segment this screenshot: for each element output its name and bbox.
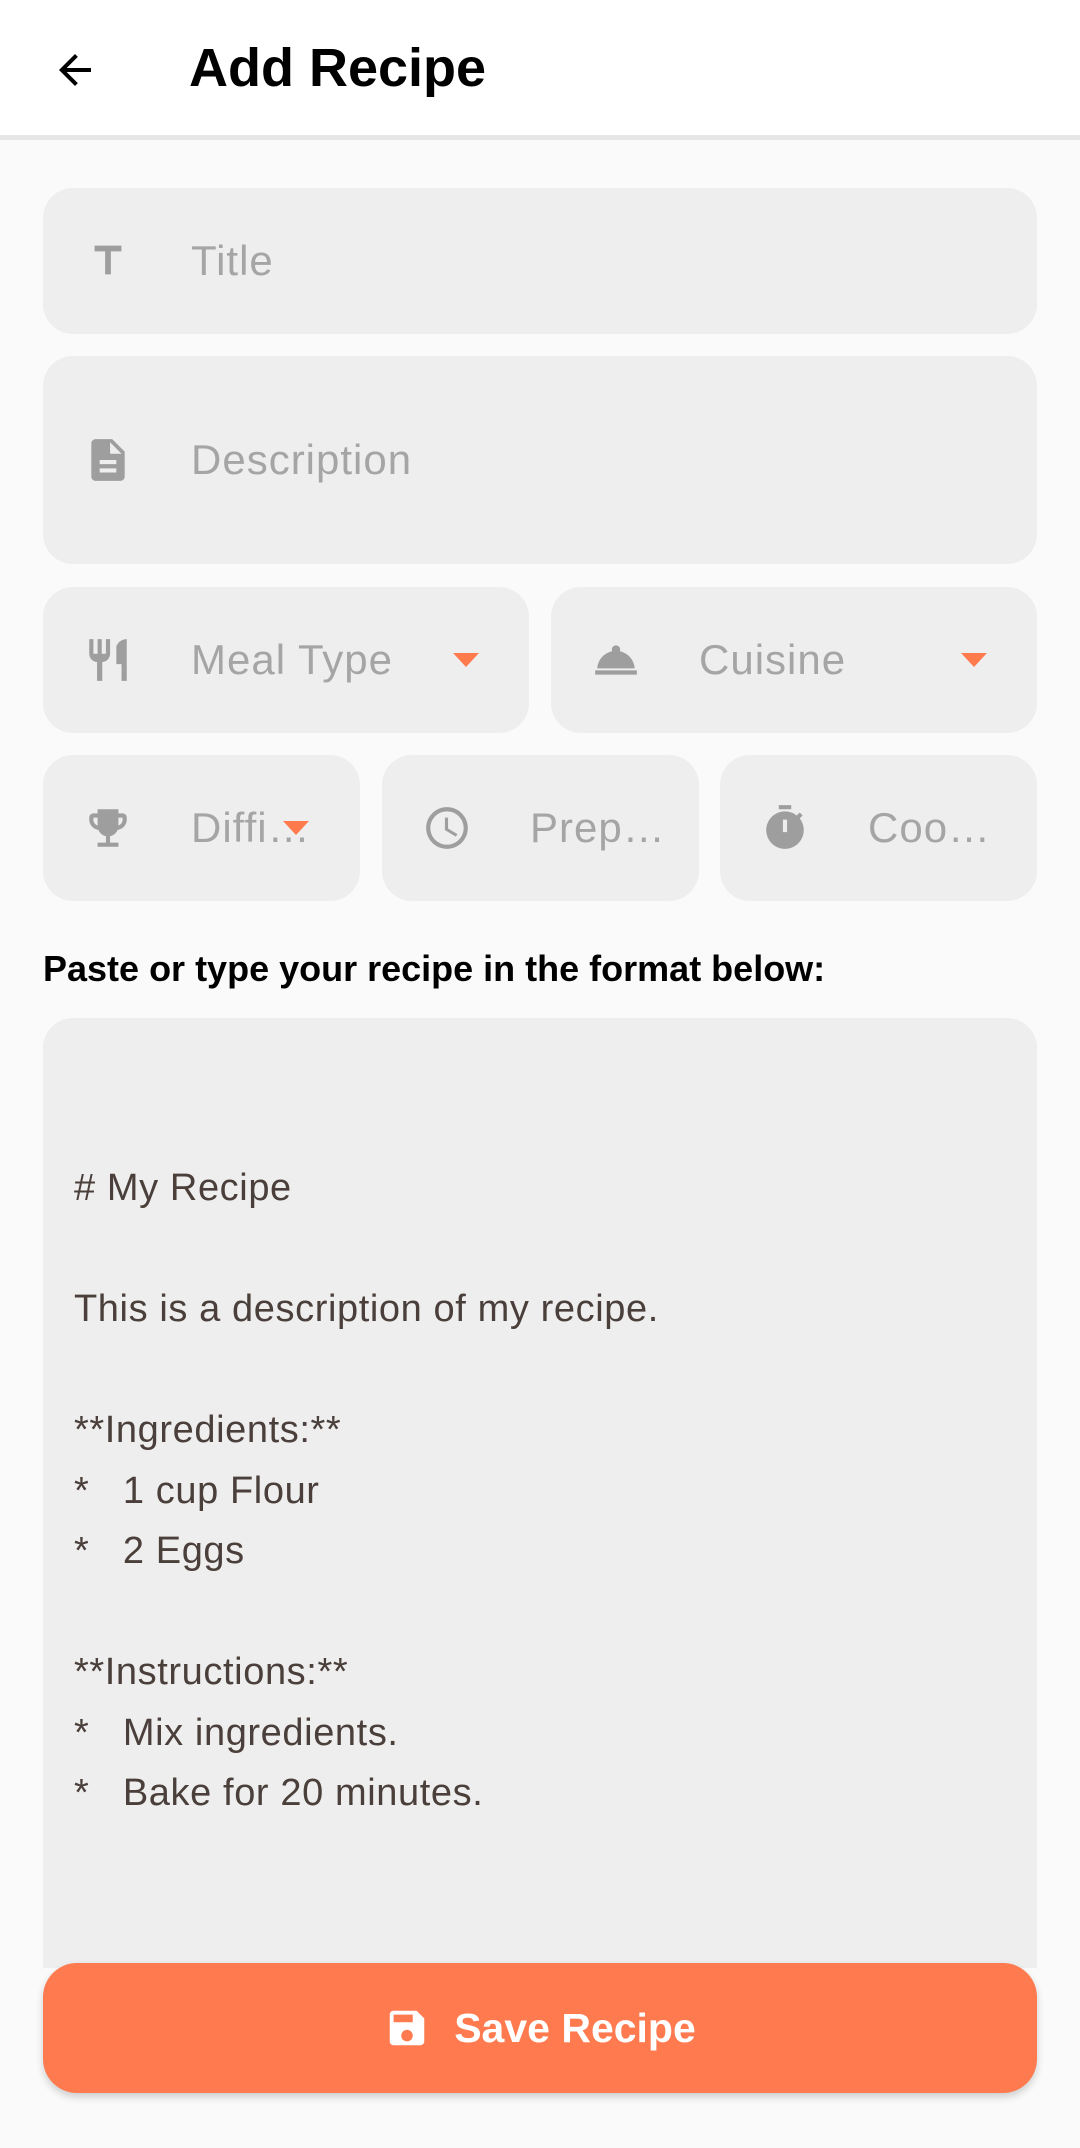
description-placeholder: Description — [191, 436, 413, 483]
description-field[interactable]: Description — [43, 356, 1037, 564]
prep-time-field[interactable]: Prep… — [382, 755, 699, 901]
chevron-down-icon — [961, 653, 987, 667]
difficulty-dropdown[interactable]: Diffi… — [43, 755, 360, 901]
save-recipe-label: Save Recipe — [454, 2004, 696, 2051]
title-icon — [83, 236, 133, 286]
restaurant-icon — [83, 635, 133, 685]
meal-type-dropdown[interactable]: Meal Type — [43, 587, 529, 733]
timer-icon — [760, 803, 810, 853]
save-recipe-button[interactable]: Save Recipe — [43, 1963, 1037, 2093]
recipe-textarea[interactable]: # My Recipe This is a description of my … — [43, 1018, 1037, 1968]
room-service-icon — [591, 635, 641, 685]
chevron-down-icon — [453, 653, 479, 667]
cook-time-field[interactable]: Coo… — [720, 755, 1037, 901]
arrow-back-icon — [59, 54, 91, 86]
page-title: Add Recipe — [189, 38, 487, 98]
trophy-icon — [83, 803, 133, 853]
recipe-text-content: # My Recipe This is a description of my … — [74, 1167, 659, 1814]
format-hint: Paste or type your recipe in the format … — [43, 948, 826, 989]
back-button[interactable] — [40, 30, 110, 110]
cuisine-dropdown[interactable]: Cuisine — [551, 587, 1037, 733]
cook-time-placeholder: Coo… — [868, 804, 992, 851]
chevron-down-icon — [283, 821, 309, 835]
clock-icon — [422, 803, 472, 853]
description-icon — [83, 435, 133, 485]
prep-time-placeholder: Prep… — [530, 804, 666, 851]
meal-type-placeholder: Meal Type — [191, 636, 393, 683]
save-icon — [389, 2010, 425, 2046]
title-field[interactable]: Title — [43, 188, 1037, 334]
app-bar: Add Recipe — [0, 0, 1080, 140]
title-placeholder: Title — [191, 237, 274, 284]
cuisine-placeholder: Cuisine — [699, 636, 847, 683]
